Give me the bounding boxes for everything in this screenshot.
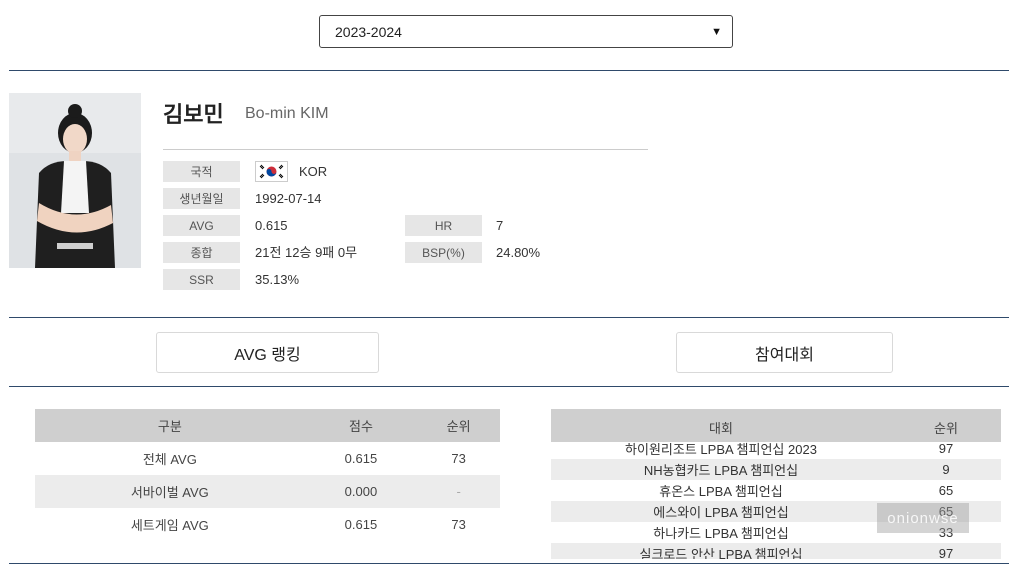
record-value: 21전 12승 9패 0무 bbox=[255, 245, 358, 260]
table-cell: 73 bbox=[451, 517, 466, 532]
table-cell: 97 bbox=[938, 441, 954, 456]
avg-value: 0.615 bbox=[255, 218, 288, 233]
avg-ranking-table: 구분 점수 순위 전체 AVG 0.615 73 서바이벌 AVG 0.000 … bbox=[35, 409, 500, 541]
season-select-value: 2023-2024 bbox=[335, 23, 402, 40]
bsp-value: 24.80% bbox=[496, 245, 541, 260]
table-cell: 73 bbox=[451, 451, 466, 466]
ssr-value: 35.13% bbox=[255, 272, 300, 287]
table-cell: 0.615 bbox=[344, 451, 378, 466]
table-cell: 서바이벌 AVG bbox=[35, 475, 305, 508]
table-cell: 65 bbox=[938, 483, 954, 498]
season-select-wrapper: 2023-2024 ▼ bbox=[319, 15, 733, 48]
table-row: 전체 AVG 0.615 73 bbox=[35, 442, 500, 475]
table-cell: 0.615 bbox=[344, 517, 378, 532]
nationality-value: KOR bbox=[299, 164, 328, 179]
tab-avg-ranking[interactable]: AVG 랭킹 bbox=[156, 332, 379, 373]
hr-value: 7 bbox=[496, 218, 504, 233]
table-cell: 전체 AVG bbox=[142, 452, 197, 467]
nationality-label: 국적 bbox=[163, 161, 240, 182]
birth-value: 1992-07-14 bbox=[255, 191, 322, 206]
table-cell: NH농협카드 LPBA 챔피언십 bbox=[643, 463, 799, 478]
table-cell: 하나카드 LPBA 챔피언십 bbox=[653, 526, 789, 541]
table-cell: - bbox=[417, 475, 500, 508]
table-cell: 97 bbox=[938, 546, 954, 559]
divider bbox=[9, 317, 1009, 318]
name-divider bbox=[163, 149, 648, 150]
table-row: NH농협카드 LPBA 챔피언십 9 bbox=[551, 459, 1001, 480]
column-header: 대회 bbox=[709, 421, 733, 436]
table-row: 세트게임 AVG 0.615 73 bbox=[35, 508, 500, 541]
table-row: 실크로드 안산 LPBA 챔피언십 97 bbox=[551, 543, 1001, 559]
table-row: 휴온스 LPBA 챔피언십 65 bbox=[551, 480, 1001, 501]
divider bbox=[9, 563, 1009, 564]
divider bbox=[9, 386, 1009, 387]
tournament-table[interactable]: 대회 순위 하이원리조트 LPBA 챔피언십 2023 97 NH농협카드 LP… bbox=[551, 409, 1001, 559]
table-row: 서바이벌 AVG 0.000 - bbox=[35, 475, 500, 508]
column-header: 순위 bbox=[417, 409, 500, 442]
player-name-english: Bo-min KIM bbox=[245, 105, 329, 122]
table-cell: 세트게임 AVG bbox=[130, 518, 209, 533]
korea-flag-icon bbox=[255, 161, 288, 182]
table-header-row: 구분 점수 순위 bbox=[35, 409, 500, 442]
birth-label: 생년월일 bbox=[163, 188, 240, 209]
tab-tournaments[interactable]: 참여대회 bbox=[676, 332, 893, 373]
column-header: 점수 bbox=[304, 409, 418, 442]
player-photo bbox=[9, 93, 141, 268]
watermark: onionwse bbox=[877, 503, 969, 533]
record-label: 종합 bbox=[163, 242, 240, 263]
table-cell: 0.000 bbox=[304, 475, 418, 508]
table-cell: 휴온스 LPBA 챔피언십 bbox=[659, 484, 783, 499]
table-cell: 에스와이 LPBA 챔피언십 bbox=[653, 505, 789, 520]
tournament-table-body: 하이원리조트 LPBA 챔피언십 2023 97 NH농협카드 LPBA 챔피언… bbox=[551, 438, 1001, 559]
table-header-row: 대회 순위 bbox=[551, 409, 1001, 442]
table-cell: 실크로드 안산 LPBA 챔피언십 bbox=[639, 547, 803, 559]
bsp-label: BSP(%) bbox=[405, 242, 482, 263]
table-cell: 9 bbox=[942, 462, 950, 477]
player-name-korean: 김보민 bbox=[163, 102, 224, 127]
avg-label: AVG bbox=[163, 215, 240, 236]
ssr-label: SSR bbox=[163, 269, 240, 290]
chevron-down-icon: ▼ bbox=[711, 25, 722, 38]
divider bbox=[9, 70, 1009, 71]
season-select[interactable]: 2023-2024 ▼ bbox=[319, 15, 733, 48]
hr-label: HR bbox=[405, 215, 482, 236]
column-header: 순위 bbox=[934, 421, 958, 436]
column-header: 구분 bbox=[35, 409, 305, 442]
